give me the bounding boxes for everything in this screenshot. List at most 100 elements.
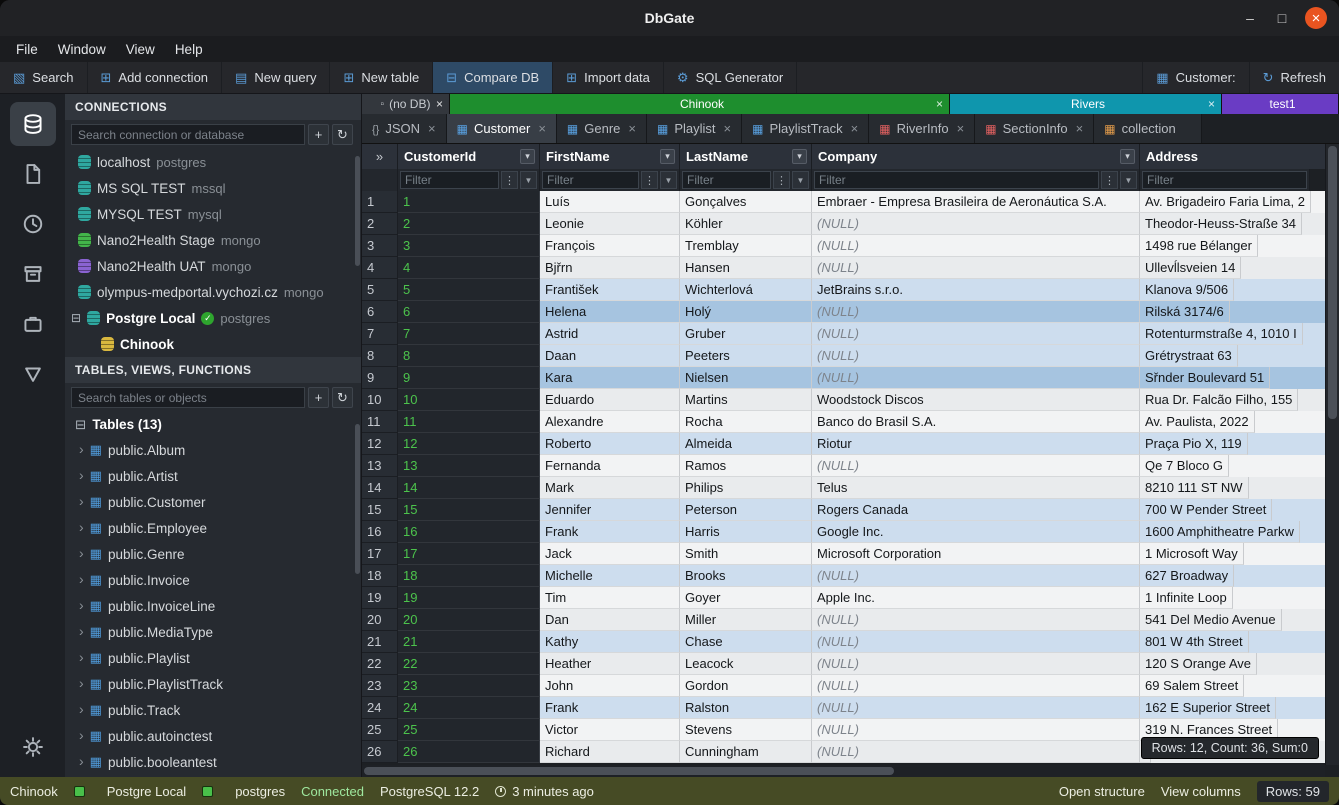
row-number[interactable]: 23 [362, 675, 398, 697]
table-row[interactable]: 1 1 Luís Gonçalves Embraer - Empresa Bra… [362, 191, 1339, 213]
cell-company[interactable]: Riotur [812, 433, 1140, 455]
filter-funnel-icon[interactable] [520, 171, 537, 189]
connection-item[interactable]: ⊟ MYSQL TEST ✓ mysql [65, 201, 361, 227]
table-row[interactable]: 14 14 Mark Philips Telus 8210 111 ST NW [362, 477, 1339, 499]
table-row[interactable]: 2 2 Leonie Köhler (NULL) Theodor-Heuss-S… [362, 213, 1339, 235]
cell-lastname[interactable]: Peterson [680, 499, 812, 521]
rail-filter-icon[interactable] [10, 352, 56, 396]
cell-company[interactable]: (NULL) [812, 455, 1140, 477]
cell-lastname[interactable]: Holý [680, 301, 812, 323]
row-number[interactable]: 8 [362, 345, 398, 367]
cell-address[interactable]: Av. Paulista, 2022 [1140, 411, 1255, 433]
cell-firstname[interactable]: Fernanda [540, 455, 680, 477]
cell-customerid[interactable]: 1 [398, 191, 540, 213]
maximize-button[interactable]: □ [1273, 10, 1291, 26]
cell-customerid[interactable]: 13 [398, 455, 540, 477]
cell-address[interactable]: Klanova 9/506 [1140, 279, 1234, 301]
connection-item[interactable]: ⊟ localhost ✓ postgres [65, 149, 361, 175]
cell-company[interactable]: Embraer - Empresa Brasileira de Aeronáut… [812, 191, 1140, 213]
connection-item[interactable]: ⊟ MS SQL TEST ✓ mssql [65, 175, 361, 201]
cell-company[interactable]: (NULL) [812, 719, 1140, 741]
status-item[interactable]: View columns [1161, 784, 1241, 799]
toolbar-button[interactable]: New table [330, 62, 433, 93]
cell-company[interactable]: (NULL) [812, 323, 1140, 345]
filter-menu-icon[interactable] [1101, 171, 1118, 189]
table-row[interactable]: 4 4 Bjřrn Hansen (NULL) Ullevĺlsveien 14 [362, 257, 1339, 279]
toolbar-button[interactable]: Search [0, 62, 88, 93]
status-item[interactable]: Postgre Local [107, 784, 187, 799]
tab-group-close-icon[interactable]: × [936, 97, 943, 111]
tables-search-input[interactable] [71, 387, 305, 408]
tab-group-close-icon[interactable]: × [1208, 97, 1215, 111]
row-number[interactable]: 25 [362, 719, 398, 741]
table-row[interactable]: 20 20 Dan Miller (NULL) 541 Del Medio Av… [362, 609, 1339, 631]
cell-customerid[interactable]: 15 [398, 499, 540, 521]
table-row[interactable]: 11 11 Alexandre Rocha Banco do Brasil S.… [362, 411, 1339, 433]
cell-company[interactable]: (NULL) [812, 653, 1140, 675]
expand-icon[interactable]: ⊟ [71, 311, 81, 325]
status-item[interactable]: Connected [301, 784, 364, 799]
cell-address[interactable]: 1 Infinite Loop [1140, 587, 1233, 609]
row-number[interactable]: 3 [362, 235, 398, 257]
column-dropdown-icon[interactable]: ▾ [1120, 149, 1135, 164]
cell-customerid[interactable]: 14 [398, 477, 540, 499]
row-number[interactable]: 19 [362, 587, 398, 609]
table-row[interactable]: 16 16 Frank Harris Google Inc. 1600 Amph… [362, 521, 1339, 543]
tab-group[interactable]: (no DB) × [362, 94, 450, 114]
cell-firstname[interactable]: Kathy [540, 631, 680, 653]
row-number[interactable]: 26 [362, 741, 398, 763]
rail-settings-icon[interactable] [10, 725, 56, 769]
cell-company[interactable]: Telus [812, 477, 1140, 499]
row-number[interactable]: 16 [362, 521, 398, 543]
row-number[interactable]: 4 [362, 257, 398, 279]
row-number[interactable]: 15 [362, 499, 398, 521]
cell-lastname[interactable]: Gordon [680, 675, 812, 697]
tab-close-icon[interactable]: × [628, 121, 636, 136]
cell-customerid[interactable]: 17 [398, 543, 540, 565]
column-header[interactable]: Company ▾ [812, 144, 1140, 169]
tab-group[interactable]: Chinook × [450, 94, 950, 114]
cell-company[interactable]: (NULL) [812, 213, 1140, 235]
cell-firstname[interactable]: Astrid [540, 323, 680, 345]
tab-close-icon[interactable]: × [428, 121, 436, 136]
cell-address[interactable]: 1600 Amphitheatre Parkw [1140, 521, 1300, 543]
tab[interactable]: SectionInfo × [975, 114, 1094, 143]
cell-lastname[interactable]: Leacock [680, 653, 812, 675]
cell-customerid[interactable]: 6 [398, 301, 540, 323]
cell-address[interactable]: Rotenturmstraße 4, 1010 I [1140, 323, 1303, 345]
tab-group[interactable]: Rivers × [950, 94, 1222, 114]
rail-connections-icon[interactable] [10, 102, 56, 146]
cell-address[interactable]: Grétrystraat 63 [1140, 345, 1238, 367]
table-row[interactable]: 21 21 Kathy Chase (NULL) 801 W 4th Stree… [362, 631, 1339, 653]
cell-address[interactable]: 627 Broadway [1140, 565, 1234, 587]
filter-input[interactable] [814, 171, 1099, 189]
toolbar-button[interactable]: New query [222, 62, 330, 93]
cell-firstname[interactable]: Frank [540, 521, 680, 543]
cell-lastname[interactable]: Miller [680, 609, 812, 631]
table-list-item[interactable]: public.Genre [65, 541, 361, 567]
cell-firstname[interactable]: François [540, 235, 680, 257]
table-list-item[interactable]: public.PlaylistTrack [65, 671, 361, 697]
table-list-item[interactable]: public.Album [65, 437, 361, 463]
table-row[interactable]: 23 23 John Gordon (NULL) 69 Salem Street [362, 675, 1339, 697]
tab[interactable]: Genre × [557, 114, 647, 143]
row-number[interactable]: 11 [362, 411, 398, 433]
cell-customerid[interactable]: 20 [398, 609, 540, 631]
cell-address[interactable]: 801 W 4th Street [1140, 631, 1249, 653]
status-item[interactable]: 3 minutes ago [495, 784, 594, 799]
table-row[interactable]: 6 6 Helena Holý (NULL) Rilská 3174/6 [362, 301, 1339, 323]
cell-firstname[interactable]: Mark [540, 477, 680, 499]
cell-customerid[interactable]: 4 [398, 257, 540, 279]
cell-address[interactable]: Av. Brigadeiro Faria Lima, 2 [1140, 191, 1311, 213]
cell-address[interactable]: 700 W Pender Street [1140, 499, 1272, 521]
chevron-right-icon[interactable] [79, 571, 84, 589]
toolbar-button[interactable]: SQL Generator [664, 62, 797, 93]
cell-company[interactable]: (NULL) [812, 697, 1140, 719]
row-number[interactable]: 7 [362, 323, 398, 345]
close-button[interactable]: × [1305, 7, 1327, 29]
table-list-item[interactable]: public.MediaType [65, 619, 361, 645]
status-item[interactable]: Rows: 59 [1257, 781, 1329, 802]
cell-address[interactable]: Rua Dr. Falcão Filho, 155 [1140, 389, 1298, 411]
tab[interactable]: PlaylistTrack × [742, 114, 869, 143]
cell-company[interactable]: Woodstock Discos [812, 389, 1140, 411]
